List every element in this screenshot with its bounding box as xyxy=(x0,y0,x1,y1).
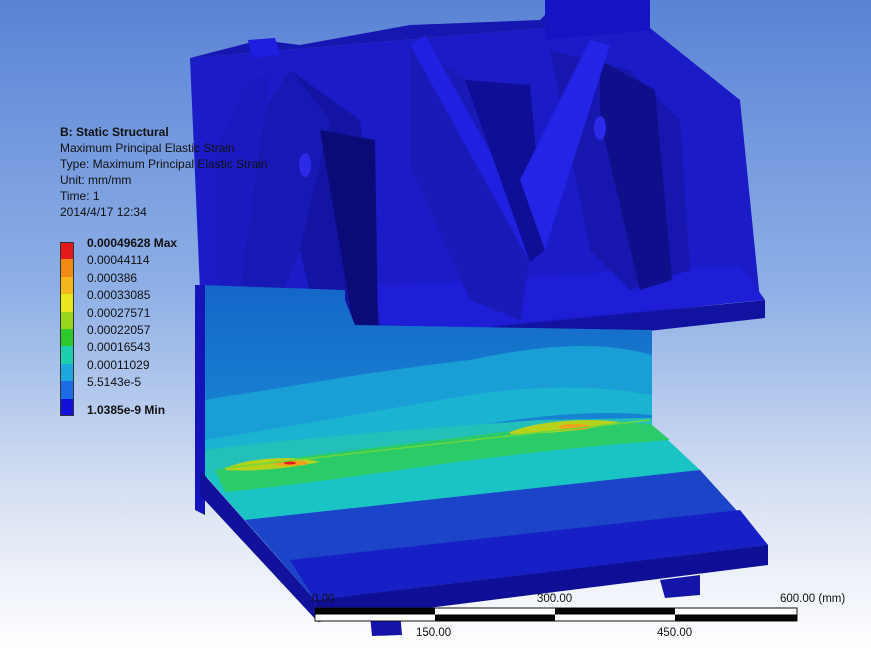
legend-value: 0.00033085 xyxy=(87,288,151,303)
legend-value: 0.00044114 xyxy=(87,253,150,268)
legend-value: 5.5143e-5 xyxy=(87,375,142,390)
result-name: Maximum Principal Elastic Strain xyxy=(60,141,235,155)
legend-color-swatch xyxy=(60,381,74,399)
legend-value: 0.00016543 xyxy=(87,340,151,355)
legend-value: 0.000386 xyxy=(87,270,138,285)
legend-value: 0.00027571 xyxy=(87,305,151,320)
legend-color-swatch xyxy=(60,259,74,277)
result-time: Time: 1 xyxy=(60,189,100,203)
result-type: Type: Maximum Principal Elastic Strain xyxy=(60,157,268,171)
scale-label-300: 300.00 xyxy=(537,593,573,605)
result-unit: Unit: mm/mm xyxy=(60,173,132,187)
legend-value: 1.0385e-9 Min xyxy=(87,402,166,417)
scale-label-0: 0.00 xyxy=(312,593,335,605)
legend-color-swatch xyxy=(60,346,74,364)
legend-color-swatch xyxy=(60,398,74,416)
legend-value: 0.00022057 xyxy=(87,322,151,337)
legend-color-swatch xyxy=(60,242,74,260)
legend-value: 0.00011029 xyxy=(87,357,150,372)
legend-color-swatch xyxy=(60,311,74,329)
legend-value: 0.00049628 Max xyxy=(87,236,178,250)
scale-label-150: 150.00 xyxy=(416,627,452,639)
legend-color-swatch xyxy=(60,276,74,295)
scale-label-600: 600.00 (mm) xyxy=(780,593,846,605)
analysis-title: B: Static Structural xyxy=(60,125,169,139)
result-info: B: Static Structural Maximum Principal E… xyxy=(60,124,267,220)
legend-color-swatch xyxy=(60,363,74,382)
scale-label-450: 450.00 xyxy=(657,627,693,639)
legend-color-swatch xyxy=(60,328,74,347)
result-date: 2014/4/17 12:34 xyxy=(60,205,147,219)
legend-color-swatch xyxy=(60,294,74,312)
